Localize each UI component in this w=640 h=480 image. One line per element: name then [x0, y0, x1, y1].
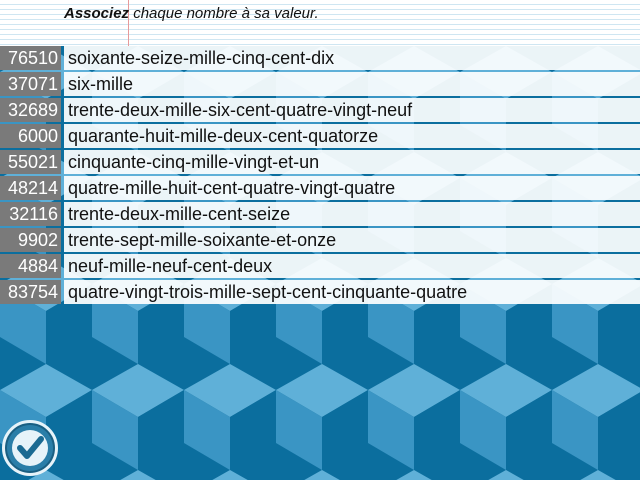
- instruction-text: Associez chaque nombre à sa valeur.: [64, 5, 319, 22]
- list-item: 76510 soixante-seize-mille-cinq-cent-dix: [0, 46, 640, 70]
- list-item: 83754 quatre-vingt-trois-mille-sept-cent…: [0, 280, 640, 304]
- number-cell[interactable]: 83754: [0, 280, 61, 304]
- list-item: 4884 neuf-mille-neuf-cent-deux: [0, 254, 640, 278]
- word-cell[interactable]: trente-deux-mille-cent-seize: [64, 202, 640, 226]
- list-item: 9902 trente-sept-mille-soixante-et-onze: [0, 228, 640, 252]
- checkmark-icon: [12, 430, 48, 466]
- number-cell[interactable]: 6000: [0, 124, 61, 148]
- number-cell[interactable]: 32116: [0, 202, 61, 226]
- number-cell[interactable]: 48214: [0, 176, 61, 200]
- number-cell[interactable]: 55021: [0, 150, 61, 174]
- word-cell[interactable]: trente-sept-mille-soixante-et-onze: [64, 228, 640, 252]
- number-cell[interactable]: 37071: [0, 72, 61, 96]
- check-answer-button[interactable]: [2, 420, 58, 476]
- word-cell[interactable]: neuf-mille-neuf-cent-deux: [64, 254, 640, 278]
- matching-list: 76510 soixante-seize-mille-cinq-cent-dix…: [0, 46, 640, 306]
- instruction-rest: chaque nombre à sa valeur.: [129, 5, 319, 22]
- list-item: 55021 cinquante-cinq-mille-vingt-et-un: [0, 150, 640, 174]
- instruction-bold: Associez: [64, 5, 130, 22]
- number-cell[interactable]: 9902: [0, 228, 61, 252]
- word-cell[interactable]: quatre-vingt-trois-mille-sept-cent-cinqu…: [64, 280, 640, 304]
- list-item: 6000 quarante-huit-mille-deux-cent-quato…: [0, 124, 640, 148]
- list-item: 32689 trente-deux-mille-six-cent-quatre-…: [0, 98, 640, 122]
- list-item: 48214 quatre-mille-huit-cent-quatre-ving…: [0, 176, 640, 200]
- list-item: 32116 trente-deux-mille-cent-seize: [0, 202, 640, 226]
- word-cell[interactable]: cinquante-cinq-mille-vingt-et-un: [64, 150, 640, 174]
- list-item: 37071 six-mille: [0, 72, 640, 96]
- number-cell[interactable]: 32689: [0, 98, 61, 122]
- word-cell[interactable]: quatre-mille-huit-cent-quatre-vingt-quat…: [64, 176, 640, 200]
- number-cell[interactable]: 76510: [0, 46, 61, 70]
- word-cell[interactable]: trente-deux-mille-six-cent-quatre-vingt-…: [64, 98, 640, 122]
- instruction-header: Associez chaque nombre à sa valeur.: [0, 0, 640, 47]
- word-cell[interactable]: soixante-seize-mille-cinq-cent-dix: [64, 46, 640, 70]
- word-cell[interactable]: six-mille: [64, 72, 640, 96]
- number-cell[interactable]: 4884: [0, 254, 61, 278]
- word-cell[interactable]: quarante-huit-mille-deux-cent-quatorze: [64, 124, 640, 148]
